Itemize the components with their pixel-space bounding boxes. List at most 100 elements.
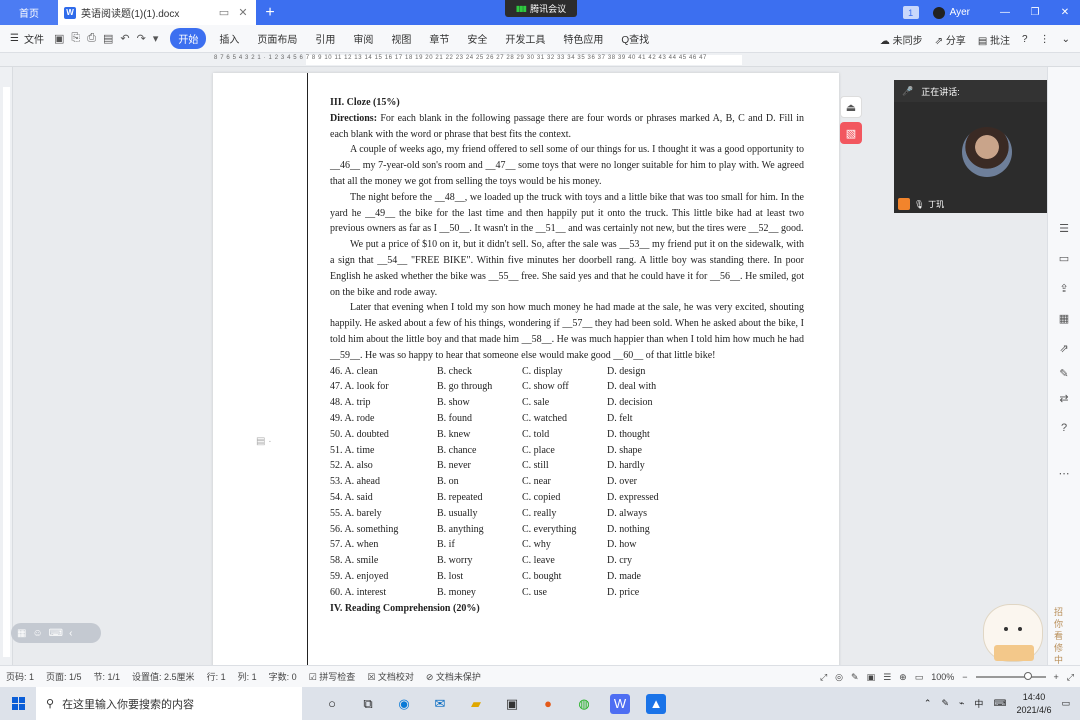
spell-check-button[interactable]: ☑ 拼写检查: [303, 670, 362, 683]
emoji-icon[interactable]: ☺: [32, 628, 42, 639]
pen-icon[interactable]: ✎: [851, 672, 859, 683]
file-menu[interactable]: ☰ 文件: [0, 31, 54, 46]
new-tab-button[interactable]: +: [256, 0, 284, 25]
tab-start[interactable]: 开始: [170, 28, 207, 49]
wechat-icon[interactable]: ◍: [574, 694, 594, 714]
tab-references[interactable]: 引用: [306, 31, 344, 46]
protect-button[interactable]: ⊘ 文档未保护: [420, 670, 487, 683]
save-icon[interactable]: ▣: [54, 32, 64, 45]
taskbar-clock[interactable]: 14:40 2021/4/6: [1016, 691, 1051, 717]
ime-indicator[interactable]: 中: [974, 697, 983, 710]
layout-icon[interactable]: ▦: [1057, 312, 1071, 326]
document-tab-title: 英语阅读题(1)(1).docx: [81, 9, 180, 20]
user-avatar[interactable]: [932, 6, 945, 19]
undo-icon[interactable]: ↶: [120, 32, 129, 45]
collapse-icon[interactable]: ‹: [69, 628, 72, 639]
tray-expand-icon[interactable]: ⌃: [924, 698, 932, 709]
fullscreen-icon[interactable]: ⤢: [820, 672, 827, 683]
preview-icon[interactable]: ▤: [103, 32, 113, 45]
sync-status[interactable]: ☁ 未同步: [880, 32, 923, 47]
tab-find[interactable]: Q查找: [612, 31, 658, 46]
file-explorer-icon[interactable]: ▰: [466, 694, 486, 714]
tab-document[interactable]: W 英语阅读题(1)(1).docx ▭ ✕: [58, 0, 256, 25]
paragraph-mark-icon[interactable]: ▤ ·: [256, 436, 272, 447]
help-side-icon[interactable]: ?: [1057, 422, 1071, 436]
cortana-icon[interactable]: ○: [322, 694, 342, 714]
minimize-icon[interactable]: —: [990, 0, 1020, 25]
document-workspace[interactable]: III. Cloze (15%) Directions: For each bl…: [13, 67, 1047, 665]
pdf-convert-icon[interactable]: ▧: [840, 122, 862, 144]
network-icon[interactable]: ⌁: [959, 698, 964, 709]
help-icon[interactable]: ?: [1022, 34, 1028, 45]
tab-view[interactable]: 视图: [382, 31, 420, 46]
keyboard-icon[interactable]: ⌨: [49, 628, 63, 639]
redo-icon[interactable]: ↷: [137, 32, 146, 45]
tencent-meeting-bar[interactable]: ▮▮▮ 腾讯会议: [505, 0, 577, 17]
vertical-ruler[interactable]: [0, 67, 13, 665]
web-view-icon[interactable]: ⊕: [899, 672, 907, 683]
comment-button[interactable]: ▤ 批注: [978, 32, 1010, 47]
fit-icon[interactable]: ⤢: [1067, 672, 1074, 683]
option-cell: D. design: [607, 365, 646, 377]
share-side-icon[interactable]: ⇗: [1057, 342, 1071, 356]
tab-review[interactable]: 审阅: [344, 31, 382, 46]
zoom-slider[interactable]: [975, 672, 1046, 680]
window-controls: 1 Ayer — ❐ ✕: [902, 0, 1080, 25]
document-page[interactable]: III. Cloze (15%) Directions: For each bl…: [213, 73, 839, 665]
mascot-widget[interactable]: [983, 604, 1043, 662]
maximize-icon[interactable]: ❐: [1020, 0, 1050, 25]
more-side-icon[interactable]: ⋯: [1057, 467, 1071, 481]
restore-tab-icon[interactable]: ▭: [217, 6, 231, 19]
mail-icon[interactable]: ✉: [430, 694, 450, 714]
export-icon[interactable]: ⎘: [71, 32, 80, 45]
edit-side-icon[interactable]: ✎: [1057, 367, 1071, 381]
store-icon[interactable]: ▣: [502, 694, 522, 714]
zoom-slider-handle[interactable]: [1023, 672, 1032, 680]
print-icon[interactable]: ⎙: [87, 32, 96, 45]
notification-icon[interactable]: ▭: [1061, 698, 1070, 709]
proofread-button[interactable]: ☒ 文档校对: [361, 670, 420, 683]
start-button[interactable]: [0, 697, 36, 710]
user-name[interactable]: Ayer: [950, 0, 970, 25]
edge-icon[interactable]: ◉: [394, 694, 414, 714]
tab-insert[interactable]: 插入: [210, 31, 248, 46]
collapse-ribbon-icon[interactable]: ⌄: [1062, 34, 1070, 45]
vertical-ruler-strip: [3, 87, 10, 657]
firefox-icon[interactable]: ●: [538, 694, 558, 714]
zoom-out-icon[interactable]: −: [962, 672, 967, 682]
translate-icon[interactable]: ⇄: [1057, 392, 1071, 406]
keyboard-layout-icon[interactable]: ⌨: [993, 698, 1006, 709]
task-view-icon[interactable]: ⧉: [358, 694, 378, 714]
zoom-in-icon[interactable]: +: [1054, 672, 1059, 682]
tab-home[interactable]: 首页: [0, 0, 58, 25]
status-word-count[interactable]: 字数: 0: [263, 670, 303, 683]
outline-view-icon[interactable]: ☰: [883, 672, 891, 683]
archive-icon[interactable]: ▭: [1057, 252, 1071, 266]
settings-sliders-icon[interactable]: ☰: [1057, 222, 1071, 236]
read-view-icon[interactable]: ▭: [915, 672, 924, 683]
tencent-meeting-icon[interactable]: ▲: [646, 693, 666, 714]
horizontal-ruler[interactable]: 8 7 6 5 4 3 2 1 · 1 2 3 4 5 6 7 8 9 10 1…: [0, 53, 1080, 67]
share-button[interactable]: ⇗ 分享: [935, 32, 966, 47]
document-body[interactable]: III. Cloze (15%) Directions: For each bl…: [330, 95, 804, 616]
taskbar-search[interactable]: ⚲ 在这里输入你要搜索的内容: [36, 687, 302, 720]
grid-icon[interactable]: ▦: [17, 628, 26, 639]
proofread-icon: ☒: [367, 672, 376, 682]
tab-page-layout[interactable]: 页面布局: [248, 31, 306, 46]
tab-section[interactable]: 章节: [420, 31, 458, 46]
wps-icon[interactable]: W: [610, 693, 630, 714]
customize-icon[interactable]: ▾: [153, 32, 159, 45]
zoom-level[interactable]: 100%: [931, 672, 954, 682]
eject-icon[interactable]: ⏏: [840, 96, 862, 118]
export-side-icon[interactable]: ⇪: [1057, 282, 1071, 296]
close-tab-icon[interactable]: ✕: [236, 6, 250, 19]
more-icon[interactable]: ⋮: [1040, 34, 1050, 45]
pen-tray-icon[interactable]: ✎: [941, 698, 949, 709]
tab-security[interactable]: 安全: [458, 31, 496, 46]
page-view-icon[interactable]: ▣: [867, 672, 876, 683]
eye-protect-icon[interactable]: ◎: [835, 672, 843, 683]
tab-developer[interactable]: 开发工具: [496, 31, 554, 46]
tab-features[interactable]: 特色应用: [554, 31, 612, 46]
window-count-badge[interactable]: 1: [902, 6, 919, 19]
close-window-icon[interactable]: ✕: [1050, 0, 1080, 25]
